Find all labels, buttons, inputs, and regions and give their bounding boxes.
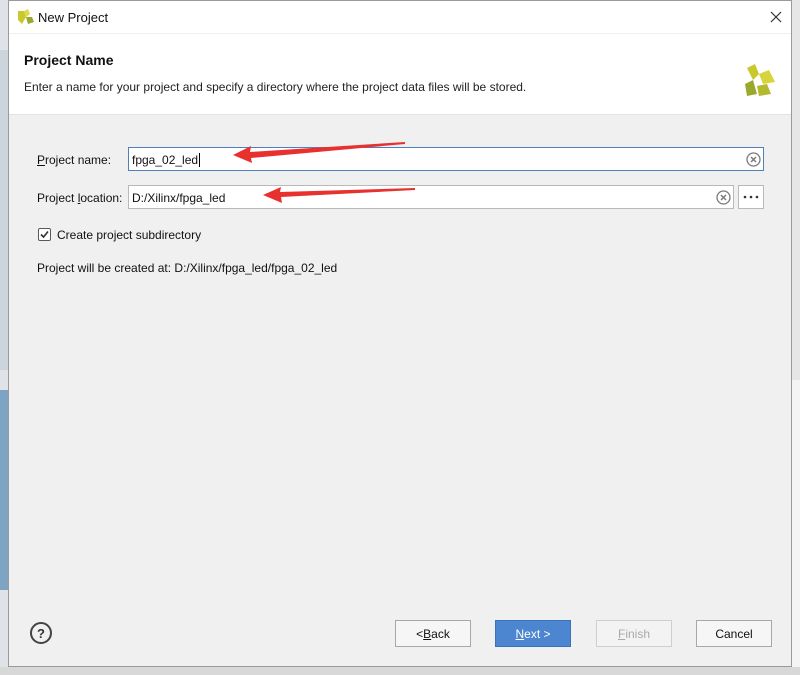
cancel-button[interactable]: Cancel: [696, 620, 772, 647]
checkmark-icon: [40, 230, 49, 239]
background-app-panel: [792, 380, 800, 675]
project-name-input[interactable]: fpga_02_led: [128, 147, 764, 171]
text-caret: [199, 152, 201, 167]
close-icon: [770, 11, 782, 23]
project-location-value: D:/Xilinx/fpga_led: [132, 191, 226, 205]
vivado-logo-icon: [18, 9, 34, 24]
page-title: Project Name: [24, 52, 114, 68]
background-app-panel: [0, 390, 8, 590]
project-path-preview: Project will be created at: D:/Xilinx/fp…: [37, 261, 338, 275]
page-description: Enter a name for your project and specif…: [24, 80, 527, 94]
clear-icon[interactable]: [716, 190, 731, 205]
next-button[interactable]: Next >: [495, 620, 571, 647]
back-button[interactable]: < Back: [395, 620, 471, 647]
new-project-dialog: New Project Project Name Enter a name fo…: [8, 0, 792, 667]
close-button[interactable]: [761, 1, 791, 33]
project-location-label: Project location:: [37, 191, 123, 205]
background-app-panel: [0, 50, 8, 370]
vivado-logo-icon: [745, 64, 775, 96]
project-name-value: fpga_02_led: [132, 153, 199, 167]
page-header: Project Name Enter a name for your proje…: [9, 34, 791, 115]
project-location-input[interactable]: D:/Xilinx/fpga_led: [128, 185, 734, 209]
create-subdirectory-checkbox[interactable]: [38, 228, 51, 241]
title-bar[interactable]: New Project: [9, 1, 791, 33]
project-name-label: Project name:: [37, 153, 112, 167]
browse-location-button[interactable]: [738, 185, 764, 209]
background-app-bottom-strip: [0, 667, 800, 675]
help-button[interactable]: ?: [30, 622, 52, 644]
clear-icon[interactable]: [746, 152, 761, 167]
background-app-right-strip: [792, 0, 800, 675]
finish-button[interactable]: Finish: [596, 620, 672, 647]
ellipsis-icon: [743, 195, 759, 199]
window-title: New Project: [38, 10, 109, 25]
create-subdirectory-label: Create project subdirectory: [57, 228, 202, 242]
background-app-left-strip: [0, 0, 8, 675]
